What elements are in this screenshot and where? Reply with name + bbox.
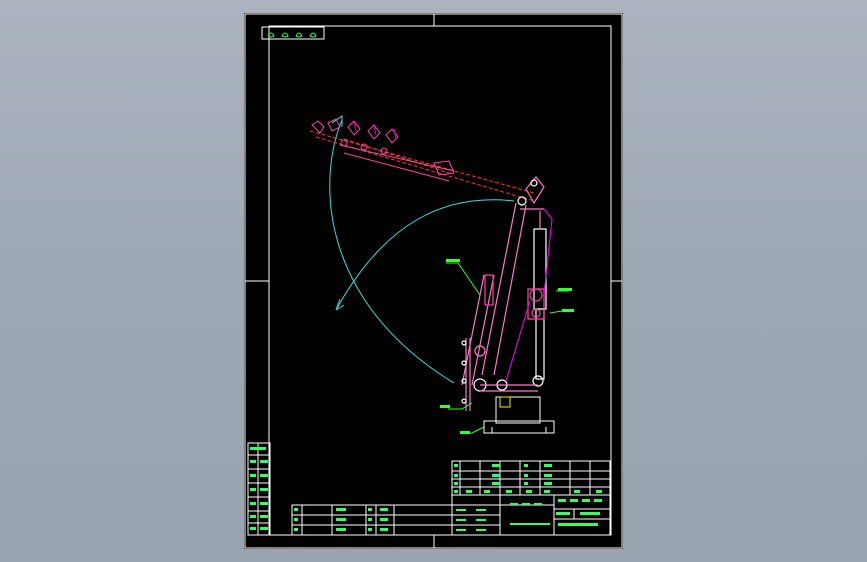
crane-arm-icon bbox=[309, 118, 535, 202]
sheet-border bbox=[244, 13, 623, 549]
drawing-sheet bbox=[244, 13, 623, 549]
drawing-frame bbox=[268, 25, 612, 536]
centering-marks bbox=[245, 14, 622, 548]
callout-tags bbox=[440, 259, 574, 434]
title-block-text bbox=[454, 464, 602, 531]
hydraulic-cylinder-icon bbox=[461, 176, 553, 411]
revision-table-text bbox=[250, 447, 268, 530]
swing-arc-icon bbox=[329, 115, 515, 384]
parts-list-text bbox=[294, 508, 388, 531]
base-plate-icon bbox=[483, 396, 555, 434]
crane-drawing bbox=[244, 13, 623, 549]
cad-viewport[interactable] bbox=[0, 0, 867, 562]
drawing-code-box bbox=[261, 26, 325, 40]
